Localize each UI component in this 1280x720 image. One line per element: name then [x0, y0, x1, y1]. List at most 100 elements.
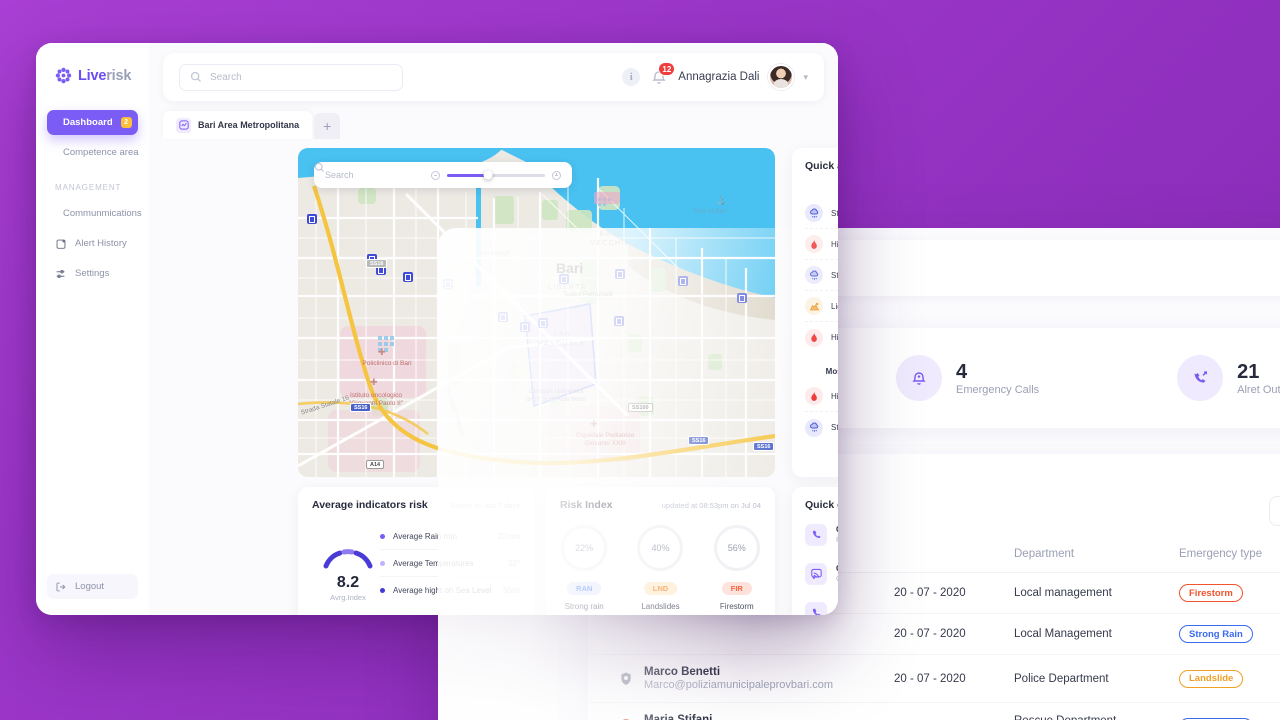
alert-row[interactable]: High Risk of FirestormJul 04 08:53 [805, 381, 838, 412]
map-pin[interactable] [559, 274, 569, 284]
indicator-label: Average Rain mm [393, 531, 457, 541]
gauge-ring: 40% [637, 525, 684, 571]
map-pin[interactable] [498, 312, 508, 322]
indicator-value: 22mm [497, 531, 520, 541]
alert-row[interactable]: Strong RainJul 04 08:53 [805, 412, 838, 443]
sidebar-item-competence-area[interactable]: Competence area [47, 140, 139, 165]
gauge-ring: 22% [561, 525, 608, 571]
emergency-call-sub: City Police DP [836, 613, 838, 615]
indicator-dot [380, 533, 385, 539]
avatar[interactable] [768, 64, 795, 90]
emergency-call-name: Comando Locale Bari [836, 564, 838, 573]
emergency-badge: Landslide [1179, 669, 1244, 688]
map-pin[interactable] [538, 318, 548, 328]
flame-icon [805, 235, 823, 253]
alert-label: Light Landslide [831, 301, 838, 311]
card-subtitle: Based on last 7 days [450, 501, 520, 510]
indicator-dot [380, 588, 385, 593]
indicator-dot [380, 560, 385, 566]
search-input[interactable]: Search [179, 63, 403, 91]
logout-button[interactable]: Logout [47, 574, 138, 599]
table-row[interactable]: Marco Benetti Marco@poliziamunicipaleprov… [588, 654, 1280, 703]
alert-row[interactable]: Strong RainJul 04 08:53 [805, 198, 838, 229]
map-pin[interactable] [737, 293, 747, 303]
road-shield: SS16 [753, 442, 775, 451]
sidebar-item-label: Competence area [63, 147, 139, 158]
alert-row[interactable]: High Risk of FirestormJul 04 08:53 [805, 229, 838, 260]
average-index-value: 8.2 [336, 574, 360, 591]
zoom-slider-knob[interactable] [483, 170, 493, 180]
table-row[interactable]: 20 - 07 - 2020 Local Management Strong Rai… [588, 613, 1280, 655]
bell-icon[interactable]: 12 [649, 62, 676, 87]
cell-date: 20 - 07 - 2020 [888, 572, 1008, 614]
risk-gauge: 56% FIR Firestorm [702, 525, 772, 611]
contact-email: Marco@poliziamunicipaleprovbari.com [644, 679, 834, 691]
alert-row[interactable]: High Risk of FirestormJul 04 08:53 [805, 322, 838, 353]
alert-label: High Risk of Firestorm [831, 391, 838, 401]
tab-bari-area-metropolitana[interactable]: Bari Area Metropolitana [163, 111, 313, 139]
average-index-gauge: 8.2 Avrg.Index [312, 549, 384, 602]
emergency-call-list: Comando Provinciale BariFire fighters› Co… [805, 519, 838, 615]
rain-cloud-icon [805, 266, 823, 284]
cell-emergency-type: Strong Rain [1173, 613, 1280, 655]
map-pin[interactable] [615, 269, 625, 279]
quick-emergency-call-card: Quick emergency call Comando Provinciale… [792, 487, 838, 615]
risk-gauges: 22% RAN Strong rain 40% LND Landslides 56% FIR F… [546, 525, 775, 611]
gauge-tag: LND [643, 582, 678, 595]
risk-gauge: 22% RAN Strong rain [549, 525, 619, 611]
table-row[interactable]: Maria Stifanivigilidelfuoco@bari.com 20 -… [588, 702, 1280, 720]
cell-emergency-type: Landslide [1173, 654, 1280, 703]
indicator-row: Average Rain mm 22mm [380, 523, 520, 550]
indicator-row: Average Temperatures 32° [380, 550, 520, 577]
map-pin[interactable] [678, 276, 688, 286]
col-emergency-type: Emergency type [1173, 540, 1280, 573]
zoom-out-icon[interactable] [431, 170, 440, 180]
map-zoom-control[interactable] [431, 170, 561, 180]
logo-text: Liverisk [78, 68, 131, 84]
info-icon[interactable]: i [622, 68, 641, 86]
tab-label: Bari Area Metropolitana [198, 120, 300, 130]
emergency-call-item[interactable]: Città Metropolitana BariCity Police DP› [805, 597, 838, 615]
emergency-call-item[interactable]: Comando Locale BariCivil protection› [805, 558, 838, 589]
card-subtitle: updated at 08:53pm on Jul 04 [661, 501, 761, 510]
account-area[interactable]: i 12 Annagrazia Dali ▾ [622, 62, 808, 90]
stat-emergency-calls: 4 Emergency Calls [896, 355, 1039, 401]
chevron-down-icon[interactable]: ▾ [803, 72, 808, 83]
map-pin[interactable] [403, 272, 413, 282]
background-search-input[interactable]: Search [1269, 496, 1280, 526]
phone-icon [805, 523, 827, 546]
sidebar-item-communications[interactable]: Communmications [47, 201, 142, 226]
map-canvas [298, 148, 775, 477]
emergency-call-item[interactable]: Comando Provinciale BariFire fighters› [805, 519, 838, 550]
road-shield: SS16 [350, 403, 372, 412]
alert-row[interactable]: Light LandslideJul 04 08:53 [805, 291, 838, 322]
sidebar-item-label: Communmications [63, 208, 142, 219]
sidebar-item-alert-history[interactable]: Alert History [47, 231, 138, 256]
police-badge-icon [618, 671, 634, 687]
road-shield: SS100 [628, 403, 653, 412]
cell-department: Local Management [1008, 613, 1173, 655]
cell-department: Local management [1008, 572, 1173, 614]
gauge-arc [323, 549, 373, 569]
alert-label: Storm and rain [831, 270, 838, 280]
add-tab-button[interactable]: + [314, 113, 341, 139]
zoom-slider[interactable] [447, 170, 545, 180]
zoom-in-icon[interactable] [552, 170, 561, 180]
sidebar-item-settings[interactable]: Settings [47, 261, 138, 286]
sliders-icon [56, 269, 65, 278]
map-pin[interactable] [520, 322, 530, 332]
alert-label: Strong Rain [831, 208, 838, 218]
map-search-bar[interactable]: Search [314, 162, 572, 188]
main-dashboard-window: Liverisk Dashboard 2 Competence area MAN… [36, 43, 838, 615]
map-pin[interactable] [614, 316, 624, 326]
cell-emergency-type: Strong Rain [1173, 702, 1280, 720]
cell-contact: Maria Stifanivigilidelfuoco@bari.com [588, 702, 888, 720]
map-panel[interactable]: Bari Port of Bari BARI VECCHIA LIBERTÀ SA… [298, 148, 775, 477]
map-pin[interactable] [307, 214, 317, 224]
sidebar-item-label: Alert History [75, 238, 127, 249]
sidebar-section-management: MANAGEMENT [55, 183, 122, 192]
sidebar-item-dashboard[interactable]: Dashboard 2 [47, 110, 138, 135]
gauge-percent: 22% [575, 543, 594, 553]
alert-row[interactable]: Storm and rainJul 04 08:53 [805, 260, 838, 291]
map-pin[interactable] [443, 279, 453, 289]
